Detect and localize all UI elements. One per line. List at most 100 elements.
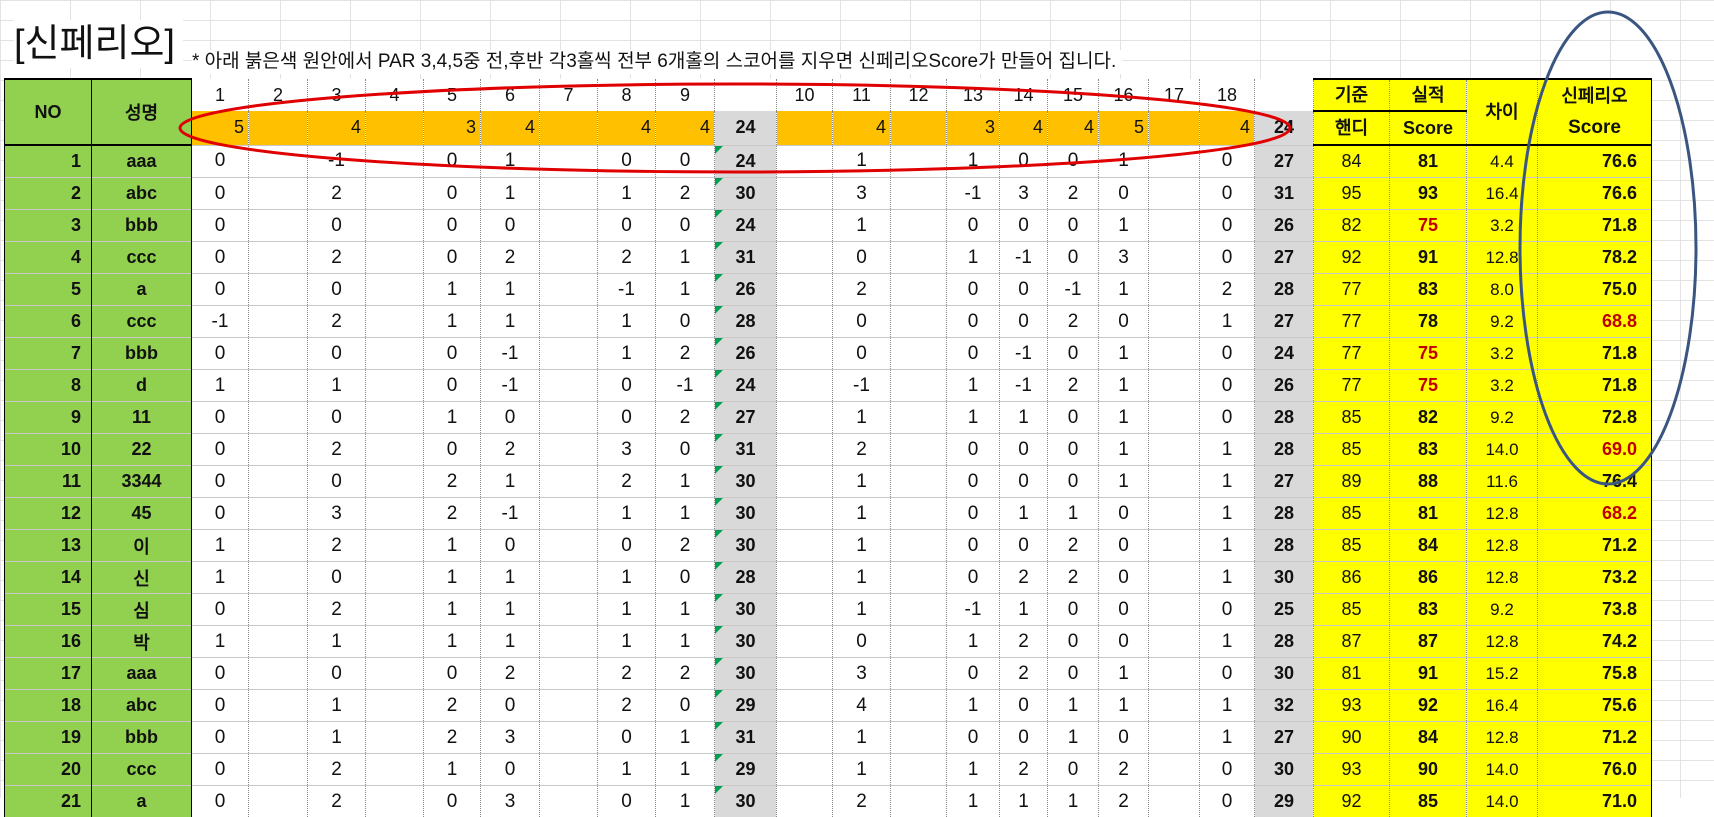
score-cell-hole-1[interactable]: 0 — [192, 402, 249, 434]
score-cell-hole-6[interactable]: -1 — [481, 498, 540, 530]
score-cell-hole-16[interactable]: 2 — [1099, 754, 1149, 786]
par-hole-7[interactable] — [540, 111, 598, 145]
score-cell-hole-3[interactable]: -1 — [308, 145, 366, 178]
score-cell-hole-2[interactable] — [249, 722, 308, 754]
front-total-cell[interactable]: 27 — [715, 402, 777, 434]
score-cell-hole-15[interactable]: 0 — [1048, 754, 1099, 786]
player-name-cell[interactable]: abc — [92, 178, 192, 210]
score-cell-hole-1[interactable]: 0 — [192, 145, 249, 178]
back-total-cell[interactable]: 28 — [1255, 498, 1314, 530]
handicap-cell[interactable]: 77 — [1314, 338, 1390, 370]
hole-number-8[interactable]: 8 — [598, 79, 656, 111]
front-total-cell[interactable]: 30 — [715, 626, 777, 658]
score-cell-hole-16[interactable]: 2 — [1099, 786, 1149, 817]
diff-cell[interactable]: 12.8 — [1467, 498, 1538, 530]
back-total-cell[interactable]: 27 — [1255, 722, 1314, 754]
par-hole-15[interactable]: 4 — [1048, 111, 1099, 145]
player-name-cell[interactable]: d — [92, 370, 192, 402]
score-cell-hole-15[interactable]: 0 — [1048, 658, 1099, 690]
score-cell-hole-3[interactable]: 2 — [308, 754, 366, 786]
score-cell-hole-12[interactable] — [891, 242, 947, 274]
score-cell-hole-15[interactable]: 2 — [1048, 370, 1099, 402]
score-cell-hole-9[interactable]: 1 — [656, 242, 715, 274]
par-hole-3[interactable]: 4 — [308, 111, 366, 145]
sinperio-score-cell[interactable]: 78.2 — [1538, 242, 1652, 274]
score-cell-hole-14[interactable]: 1 — [1000, 402, 1048, 434]
par-hole-10[interactable] — [777, 111, 833, 145]
score-cell-hole-8[interactable]: 2 — [598, 242, 656, 274]
player-name-cell[interactable]: 11 — [92, 402, 192, 434]
score-cell-hole-17[interactable] — [1149, 594, 1200, 626]
score-cell-hole-8[interactable]: 1 — [598, 626, 656, 658]
diff-cell[interactable]: 3.2 — [1467, 338, 1538, 370]
score-cell-hole-12[interactable] — [891, 178, 947, 210]
score-cell-hole-16[interactable]: 1 — [1099, 466, 1149, 498]
score-cell-hole-11[interactable]: 1 — [833, 402, 891, 434]
score-cell-hole-11[interactable]: 0 — [833, 242, 891, 274]
score-cell-hole-10[interactable] — [777, 402, 833, 434]
row-number-cell[interactable]: 6 — [5, 306, 92, 338]
handicap-cell[interactable]: 95 — [1314, 178, 1390, 210]
score-cell-hole-15[interactable]: 1 — [1048, 786, 1099, 817]
score-cell-hole-6[interactable]: -1 — [481, 370, 540, 402]
score-cell-hole-15[interactable]: 0 — [1048, 145, 1099, 178]
score-cell-hole-8[interactable]: 1 — [598, 178, 656, 210]
score-cell-hole-3[interactable]: 1 — [308, 722, 366, 754]
score-cell-hole-4[interactable] — [366, 178, 424, 210]
player-name-cell[interactable]: a — [92, 786, 192, 817]
score-cell-hole-11[interactable]: 1 — [833, 562, 891, 594]
sinperio-score-cell[interactable]: 76.4 — [1538, 466, 1652, 498]
score-cell-hole-9[interactable]: 1 — [656, 498, 715, 530]
score-cell-hole-8[interactable]: 0 — [598, 722, 656, 754]
score-cell-hole-12[interactable] — [891, 786, 947, 817]
sinperio-score-cell[interactable]: 68.8 — [1538, 306, 1652, 338]
score-cell-hole-3[interactable]: 0 — [308, 402, 366, 434]
score-cell-hole-6[interactable]: 1 — [481, 594, 540, 626]
score-cell-hole-4[interactable] — [366, 626, 424, 658]
diff-cell[interactable]: 4.4 — [1467, 145, 1538, 178]
diff-cell[interactable]: 16.4 — [1467, 690, 1538, 722]
score-cell-hole-1[interactable]: 0 — [192, 754, 249, 786]
score-cell-hole-3[interactable]: 1 — [308, 370, 366, 402]
score-cell-hole-16[interactable]: 0 — [1099, 498, 1149, 530]
score-cell-hole-13[interactable]: 1 — [947, 786, 1000, 817]
score-cell-hole-18[interactable]: 1 — [1200, 434, 1255, 466]
score-cell-hole-14[interactable]: 2 — [1000, 562, 1048, 594]
score-cell-hole-15[interactable]: -1 — [1048, 274, 1099, 306]
score-cell-hole-6[interactable]: 3 — [481, 722, 540, 754]
score-cell-hole-8[interactable]: 0 — [598, 210, 656, 242]
diff-cell[interactable]: 14.0 — [1467, 754, 1538, 786]
actual-score-cell[interactable]: 83 — [1390, 594, 1467, 626]
actual-score-cell[interactable]: 84 — [1390, 722, 1467, 754]
hole-number-18[interactable]: 18 — [1200, 79, 1255, 111]
score-cell-hole-4[interactable] — [366, 434, 424, 466]
score-cell-hole-16[interactable]: 0 — [1099, 178, 1149, 210]
score-cell-hole-4[interactable] — [366, 786, 424, 817]
player-name-cell[interactable]: bbb — [92, 338, 192, 370]
score-cell-hole-14[interactable]: -1 — [1000, 338, 1048, 370]
score-cell-hole-16[interactable]: 0 — [1099, 594, 1149, 626]
row-number-cell[interactable]: 17 — [5, 658, 92, 690]
sinperio-score-cell[interactable]: 68.2 — [1538, 498, 1652, 530]
score-cell-hole-13[interactable]: 0 — [947, 530, 1000, 562]
score-cell-hole-17[interactable] — [1149, 178, 1200, 210]
back-total-cell[interactable]: 27 — [1255, 145, 1314, 178]
score-cell-hole-8[interactable]: 2 — [598, 466, 656, 498]
name-header[interactable]: 성명 — [92, 79, 192, 145]
score-cell-hole-7[interactable] — [540, 402, 598, 434]
back-total-cell[interactable]: 28 — [1255, 434, 1314, 466]
score-cell-hole-10[interactable] — [777, 530, 833, 562]
score-cell-hole-13[interactable]: 0 — [947, 658, 1000, 690]
row-number-cell[interactable]: 4 — [5, 242, 92, 274]
score-cell-hole-9[interactable]: 1 — [656, 594, 715, 626]
score-cell-hole-14[interactable]: 0 — [1000, 530, 1048, 562]
score-cell-hole-18[interactable]: 0 — [1200, 242, 1255, 274]
score-cell-hole-7[interactable] — [540, 370, 598, 402]
player-name-cell[interactable]: abc — [92, 690, 192, 722]
row-number-cell[interactable]: 18 — [5, 690, 92, 722]
score-cell-hole-12[interactable] — [891, 306, 947, 338]
par-hole-2[interactable] — [249, 111, 308, 145]
score-cell-hole-18[interactable]: 0 — [1200, 370, 1255, 402]
handicap-cell[interactable]: 77 — [1314, 306, 1390, 338]
score-cell-hole-15[interactable]: 0 — [1048, 626, 1099, 658]
